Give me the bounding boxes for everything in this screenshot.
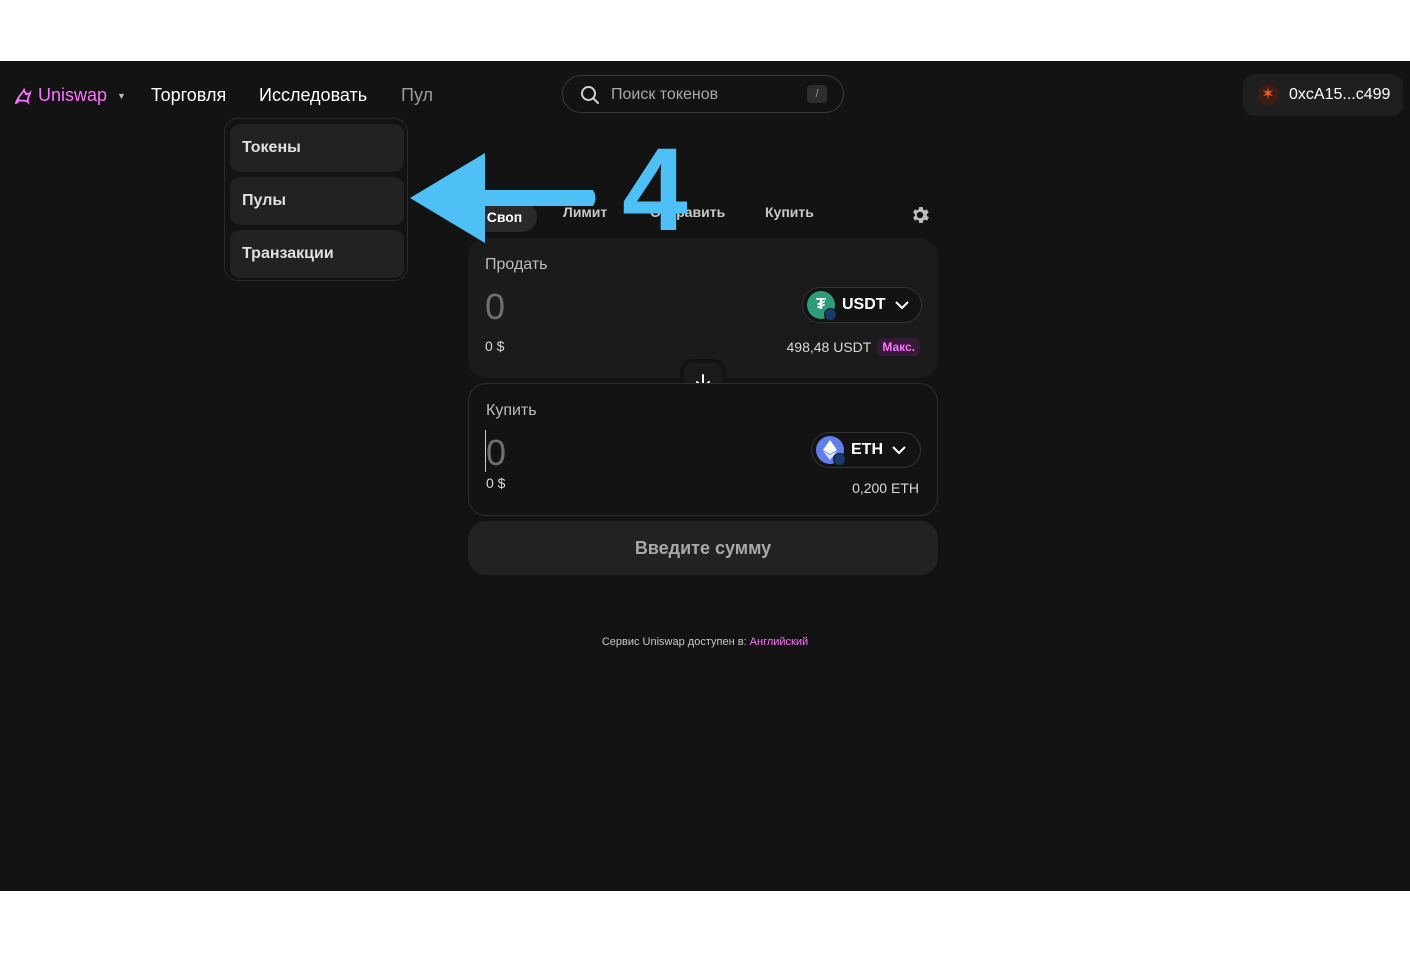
- uniswap-logo[interactable]: Uniswap ▼: [12, 85, 126, 106]
- footer-language-link[interactable]: Английский: [750, 636, 809, 648]
- buy-label: Купить: [486, 402, 537, 419]
- usdt-token-icon: ₮: [807, 291, 837, 321]
- buy-usd-value: 0 $: [486, 475, 506, 491]
- sell-balance-row: 498,48 USDT Макс.: [786, 338, 920, 356]
- buy-balance-row: 0,200 ETH: [852, 480, 919, 496]
- nav-pool[interactable]: Пул: [401, 85, 433, 106]
- sell-balance: 498,48 USDT: [786, 339, 872, 355]
- sell-panel: Продать 0 0 $ ₮ USDT 498,48 USDT Макс.: [468, 238, 938, 378]
- uniswap-app: Uniswap ▼ Торговля Исследовать Пул Поиск…: [0, 61, 1410, 891]
- chevron-down-icon: [892, 446, 906, 455]
- menu-item-tokens[interactable]: Токены: [230, 124, 404, 172]
- search-input[interactable]: Поиск токенов: [611, 86, 718, 104]
- buy-balance: 0,200 ETH: [852, 480, 919, 496]
- search-bar[interactable]: Поиск токенов /: [562, 75, 844, 113]
- buy-amount-input[interactable]: 0: [486, 432, 506, 474]
- sell-amount-input[interactable]: 0: [485, 286, 505, 328]
- nav-trade[interactable]: Торговля: [151, 85, 226, 106]
- menu-item-transactions[interactable]: Транзакции: [230, 230, 404, 278]
- nav-explore[interactable]: Исследовать: [259, 85, 367, 106]
- settings-gear-icon[interactable]: [909, 204, 931, 226]
- sell-label: Продать: [485, 256, 548, 273]
- search-shortcut-key: /: [807, 85, 827, 103]
- sell-usd-value: 0 $: [485, 338, 505, 354]
- footer-text: Сервис Uniswap доступен в:: [601, 636, 747, 648]
- sell-token-selector[interactable]: ₮ USDT: [802, 287, 922, 323]
- account-button[interactable]: ✶ 0xcA15...c499: [1243, 74, 1403, 116]
- eth-token-icon: [816, 436, 846, 466]
- tutorial-arrow-icon: [410, 153, 596, 243]
- enter-amount-button[interactable]: Введите сумму: [468, 521, 938, 575]
- max-button[interactable]: Макс.: [877, 338, 920, 356]
- footer-language-notice: Сервис Uniswap доступен в: Английский: [0, 636, 1410, 648]
- sell-token-symbol: USDT: [842, 296, 886, 313]
- account-address: 0xcA15...c499: [1289, 86, 1391, 103]
- tutorial-step-number: 4: [622, 124, 688, 256]
- account-avatar-icon: ✶: [1257, 84, 1279, 106]
- explore-dropdown-menu: Токены Пулы Транзакции: [224, 118, 408, 281]
- tab-buy[interactable]: Купить: [765, 204, 814, 220]
- buy-token-selector[interactable]: ETH: [811, 432, 921, 468]
- chevron-down-icon: [894, 301, 909, 310]
- buy-token-symbol: ETH: [851, 441, 883, 458]
- buy-panel: Купить 0 0 $ ETH 0,200 ETH: [468, 383, 938, 516]
- caret-down-icon: ▼: [117, 90, 126, 101]
- search-icon: [581, 86, 599, 104]
- brand-name: Uniswap: [38, 85, 108, 105]
- uniswap-logo-icon: [14, 86, 32, 105]
- menu-item-pools[interactable]: Пулы: [230, 177, 404, 225]
